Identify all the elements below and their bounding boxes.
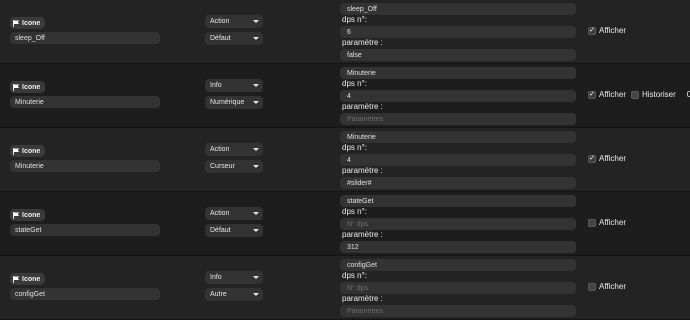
param-input[interactable]: Parametres [340,113,576,125]
logical-id-input[interactable]: stateGet [340,195,576,207]
dps-input[interactable]: 6 [340,26,576,38]
show-option: Afficher [588,218,626,227]
type-select[interactable]: Action [205,207,263,220]
show-label: Afficher [599,154,626,163]
show-label: Afficher [599,218,626,227]
icon-button[interactable]: Icone [10,209,46,221]
dps-input[interactable]: 4 [340,154,576,166]
dps-label: dps n°: [342,15,367,24]
show-option: ✓ Afficher [588,154,626,163]
type-select[interactable]: Action [205,143,263,156]
subtype-select-value: Autre [210,291,227,298]
flag-icon [13,275,20,283]
show-checkbox[interactable]: ✓ [588,90,596,99]
subtype-select[interactable]: Défaut [205,32,263,45]
dps-input[interactable]: N° dps [340,218,576,230]
history-option: Historiser [630,90,676,99]
command-row: Icone Minuterie Info Numérique Minuterie… [0,64,690,128]
param-label: paramètre : [342,102,383,111]
dps-input[interactable]: N° dps [340,282,576,294]
flag-icon [13,83,20,91]
chevron-down-icon [253,84,259,87]
icon-button-label: Icone [22,211,41,219]
type-select-value: Action [210,210,230,217]
subtype-select-value: Curseur [210,163,235,170]
chevron-down-icon [253,276,259,279]
chevron-down-icon [253,165,259,168]
dps-label: dps n°: [342,271,367,280]
command-name-input[interactable]: sleep_Off [10,32,160,44]
show-checkbox[interactable]: ✓ [588,154,596,163]
icon-button-label: Icone [22,19,41,27]
icon-button[interactable]: Icone [10,81,46,93]
subtype-select[interactable]: Numérique [205,96,263,109]
param-input[interactable]: false [340,49,576,61]
logical-id-input[interactable]: Minuterie [340,131,576,143]
subtype-select-value: Défaut [210,35,231,42]
show-label: Afficher [599,26,626,35]
chevron-down-icon [253,212,259,215]
show-option: Afficher [588,282,626,291]
type-select[interactable]: Action [205,15,263,28]
history-label: Historiser [641,90,676,99]
param-label: paramètre : [342,38,383,47]
subtype-select-value: Numérique [210,99,245,106]
dps-label: dps n°: [342,207,367,216]
subtype-select[interactable]: Curseur [205,160,263,173]
show-label: Afficher [599,282,626,291]
type-select-value: Action [210,146,230,153]
command-name-input[interactable]: stateGet [10,224,160,236]
dps-label: dps n°: [342,79,367,88]
param-label: paramètre : [342,166,383,175]
dps-label: dps n°: [342,143,367,152]
command-name-input[interactable]: configGet [10,288,160,300]
icon-button[interactable]: Icone [10,17,46,29]
command-row: Icone sleep_Off Action Défaut sleep_Off … [0,0,690,64]
flag-icon [13,211,20,219]
command-row: Icone configGet Info Autre configGet dps… [0,256,690,320]
type-select-value: Info [210,82,222,89]
subtype-select[interactable]: Défaut [205,224,263,237]
command-list: Icone sleep_Off Action Défaut sleep_Off … [0,0,690,320]
history-checkbox[interactable] [630,90,639,99]
logical-id-input[interactable]: sleep_Off [340,3,576,15]
command-name-input[interactable]: Minuterie [10,96,160,108]
show-label: Afficher [599,90,626,99]
logical-id-input[interactable]: Minuterie [340,67,576,79]
param-input[interactable]: 312 [340,241,576,253]
flag-icon [13,147,20,155]
command-name-input[interactable]: Minuterie [10,160,160,172]
show-option: ✓ Afficher [588,26,626,35]
chevron-down-icon [253,148,259,151]
chevron-down-icon [253,101,259,104]
show-checkbox[interactable]: ✓ [588,26,596,35]
command-row: Icone stateGet Action Défaut stateGet dp… [0,192,690,256]
type-select[interactable]: Info [205,271,263,284]
chevron-down-icon [253,37,259,40]
chevron-down-icon [253,20,259,23]
logical-id-input[interactable]: configGet [340,259,576,271]
icon-button-label: Icone [22,83,41,91]
show-option: ✓ Afficher Historiser 0 [588,90,690,99]
subtype-select[interactable]: Autre [205,288,263,301]
type-select-value: Info [210,274,222,281]
type-select-value: Action [210,18,230,25]
show-checkbox[interactable] [588,218,596,227]
icon-button[interactable]: Icone [10,273,46,285]
command-row: Icone Minuterie Action Curseur Minuterie… [0,128,690,192]
chevron-down-icon [253,229,259,232]
param-input[interactable]: #slider# [340,177,576,189]
icon-button-label: Icone [22,275,41,283]
chevron-down-icon [253,293,259,296]
icon-button-label: Icone [22,147,41,155]
type-select[interactable]: Info [205,79,263,92]
param-label: paramètre : [342,294,383,303]
param-input[interactable]: Parametres [340,305,576,317]
show-checkbox[interactable] [588,282,596,291]
param-label: paramètre : [342,230,383,239]
dps-input[interactable]: 4 [340,90,576,102]
flag-icon [13,19,20,27]
icon-button[interactable]: Icone [10,145,46,157]
subtype-select-value: Défaut [210,227,231,234]
